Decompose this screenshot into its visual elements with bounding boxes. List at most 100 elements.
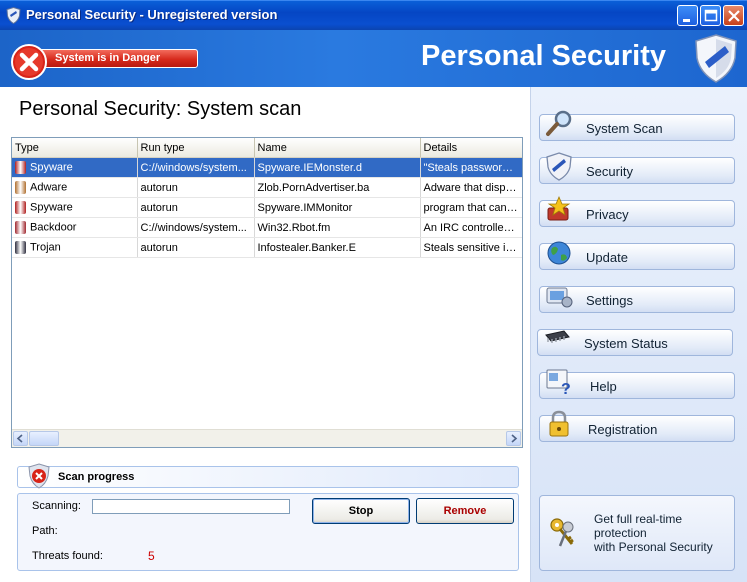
cell-type: Spyware — [12, 197, 138, 218]
minimize-button[interactable] — [677, 5, 698, 26]
chip-icon — [545, 330, 570, 343]
table-row[interactable]: Adware autorun Zlob.PornAdvertiser.ba Adwar… — [12, 177, 522, 198]
scanning-label: Scanning: — [32, 500, 81, 512]
stop-button[interactable]: Stop — [312, 498, 410, 524]
threats-found-label: Threats found: — [32, 550, 103, 562]
horizontal-scrollbar[interactable] — [12, 429, 522, 447]
scan-progress-title: Scan progress — [58, 471, 135, 483]
table-row[interactable]: Spyware autorun Spyware.IMMonitor program t… — [12, 197, 522, 218]
settings-icon — [546, 287, 573, 308]
empty-cell — [254, 334, 420, 353]
cell-name-text: Infostealer.Banker.E — [257, 241, 356, 254]
scroll-right-button[interactable] — [506, 431, 521, 446]
app-window: Personal Security - Unregistered version… — [0, 0, 747, 582]
globe-icon — [547, 241, 571, 265]
title-bar[interactable]: Personal Security - Unregistered version — [0, 0, 747, 30]
cell-details: "Steals passwords fr — [420, 157, 522, 178]
sidebar: System Scan Security Privacy Update Sett… — [530, 87, 747, 582]
empty-cell — [137, 353, 254, 372]
empty-cell — [254, 410, 420, 429]
cell-details-text: Steals sensitive infor — [423, 241, 522, 254]
empty-cell — [420, 296, 522, 315]
sidebar-item-help[interactable]: ? Help — [539, 369, 735, 399]
cell-name: Infostealer.Banker.E — [254, 237, 421, 258]
table-row[interactable]: Spyware C://windows/system... Spyware.IEMo… — [12, 157, 522, 178]
threat-type-icon — [15, 161, 26, 174]
chevron-left-icon — [16, 434, 23, 443]
column-header-name[interactable]: Name — [254, 138, 421, 158]
empty-cell — [420, 410, 522, 429]
empty-cell — [254, 353, 420, 372]
cell-type: Trojan — [12, 237, 138, 258]
scrollbar-thumb[interactable] — [29, 431, 59, 446]
sidebar-item-label: Help — [590, 379, 617, 394]
path-label: Path: — [32, 525, 58, 537]
empty-row — [12, 372, 522, 391]
empty-cell — [12, 258, 137, 278]
warning-shield-icon — [28, 463, 50, 489]
empty-cell — [137, 372, 254, 391]
sidebar-item-label: System Status — [584, 336, 668, 351]
minimize-icon — [683, 19, 690, 22]
maximize-icon — [704, 9, 718, 22]
table-row[interactable]: Backdoor C://windows/system... Win32.Rbot.… — [12, 217, 522, 238]
empty-cell — [12, 334, 137, 353]
threats-found-count: 5 — [148, 549, 155, 563]
cell-name: Spyware.IMMonitor — [254, 197, 421, 218]
sidebar-item-update[interactable]: Update — [539, 241, 735, 270]
cell-name-text: Spyware.IEMonster.d — [257, 161, 363, 174]
cell-name: Zlob.PornAdvertiser.ba — [254, 177, 421, 198]
empty-cell — [420, 277, 522, 296]
threat-table[interactable]: Type Run type Name Details Spyware C://wi… — [11, 137, 523, 448]
promo-text: Get full real-time protection with Perso… — [594, 512, 736, 554]
sidebar-item-label: Privacy — [586, 207, 629, 222]
sidebar-item-system-status[interactable]: System Status — [537, 329, 733, 356]
table-row[interactable]: Trojan autorun Infostealer.Banker.E Steals … — [12, 237, 522, 258]
danger-badge: System is in Danger — [10, 44, 198, 80]
empty-cell — [420, 372, 522, 391]
cell-type-text: Trojan — [30, 241, 61, 254]
cell-type-text: Spyware — [30, 161, 73, 174]
sidebar-item-registration[interactable]: Registration — [539, 410, 735, 442]
page-title: Personal Security: System scan — [19, 98, 302, 120]
empty-cell — [420, 315, 522, 334]
cell-name-text: Win32.Rbot.fm — [257, 221, 331, 234]
cell-run-type: autorun — [137, 177, 255, 198]
promo-line-2: protection — [594, 526, 647, 540]
column-header-type[interactable]: Type — [12, 138, 138, 158]
remove-button[interactable]: Remove — [416, 498, 514, 524]
empty-row — [12, 410, 522, 429]
cell-name: Win32.Rbot.fm — [254, 217, 421, 238]
shield-icon — [6, 7, 21, 24]
empty-row — [12, 353, 522, 372]
cell-type: Backdoor — [12, 217, 138, 238]
help-icon: ? — [546, 369, 571, 396]
svg-text:?: ? — [561, 381, 571, 396]
cell-run-type: C://windows/system... — [137, 157, 255, 178]
empty-cell — [254, 277, 420, 296]
cell-details: An IRC controlled ba — [420, 217, 522, 238]
column-header-details[interactable]: Details — [420, 138, 522, 158]
empty-cell — [420, 334, 522, 353]
empty-cell — [137, 296, 254, 315]
sidebar-item-security[interactable]: Security — [539, 152, 735, 184]
empty-cell — [137, 258, 254, 278]
empty-cell — [254, 315, 420, 334]
empty-row — [12, 296, 522, 315]
danger-label: System is in Danger — [55, 52, 161, 64]
error-icon — [11, 44, 47, 80]
maximize-button[interactable] — [700, 5, 721, 26]
cell-type: Spyware — [12, 157, 138, 178]
close-button[interactable] — [723, 5, 744, 26]
sidebar-item-privacy[interactable]: Privacy — [539, 195, 735, 227]
sidebar-item-system-scan[interactable]: System Scan — [539, 110, 735, 141]
promo-panel[interactable]: Get full real-time protection with Perso… — [539, 495, 735, 571]
sidebar-item-settings[interactable]: Settings — [539, 286, 735, 313]
scroll-left-button[interactable] — [13, 431, 28, 446]
sidebar-item-label: Registration — [588, 422, 658, 437]
empty-cell — [12, 372, 137, 391]
brand-title: Personal Security — [421, 40, 666, 72]
empty-cell — [420, 391, 522, 410]
empty-cell — [137, 315, 254, 334]
column-header-run-type[interactable]: Run type — [137, 138, 255, 158]
